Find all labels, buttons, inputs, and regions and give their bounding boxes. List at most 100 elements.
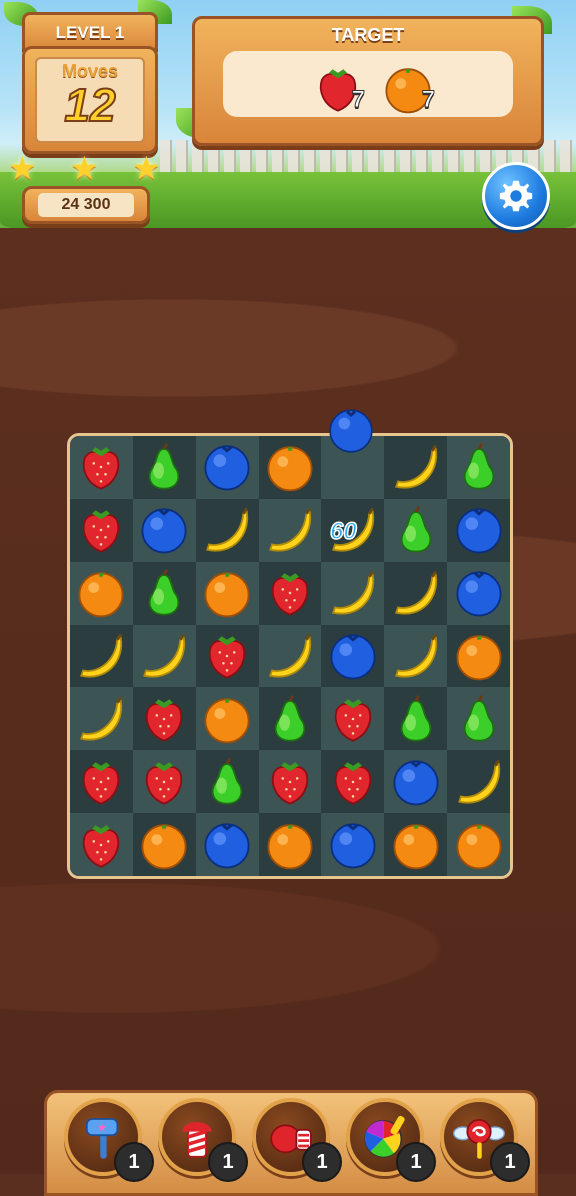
board-cell[interactable] (447, 687, 510, 751)
blueberry-icon (141, 508, 187, 554)
board-cell[interactable] (258, 624, 322, 688)
booster-winged-candy[interactable]: 1 (440, 1098, 530, 1182)
board-cell[interactable] (195, 687, 259, 751)
blueberry-icon (204, 445, 250, 491)
board-cell[interactable] (70, 687, 133, 751)
booster-hammer[interactable]: ★ 1 (64, 1098, 154, 1182)
board-cell[interactable] (321, 687, 385, 751)
board-cell[interactable] (447, 750, 510, 814)
score-panel: 24 300 (22, 186, 150, 224)
target-strawberry: 7 (311, 62, 366, 114)
orange-icon (456, 635, 502, 681)
board-cell[interactable] (195, 498, 259, 562)
board-cell[interactable] (70, 750, 133, 814)
target-orange: 7 (381, 62, 436, 114)
booster-rainbow-ball[interactable]: 1 (346, 1098, 436, 1182)
board-cell[interactable] (258, 436, 322, 499)
board-cell[interactable] (132, 813, 196, 876)
board-cell[interactable] (321, 624, 385, 688)
game-board (67, 433, 513, 879)
blueberry-icon (204, 822, 250, 868)
board-cell[interactable] (70, 813, 133, 876)
board-cell[interactable] (447, 498, 510, 562)
blueberry-icon (456, 571, 502, 617)
booster-firework-rocket[interactable]: 1 (158, 1098, 248, 1182)
banana-icon (269, 633, 312, 678)
board-cell[interactable] (447, 436, 510, 499)
board-cell[interactable] (132, 436, 196, 499)
board-cell[interactable] (321, 750, 385, 814)
board-cell[interactable] (132, 498, 196, 562)
strawberry-icon (83, 447, 120, 490)
strawberry-icon (271, 761, 309, 805)
combo-score-popup: 60 (329, 517, 357, 546)
board-cell[interactable] (321, 561, 385, 625)
strawberry-icon (271, 573, 309, 616)
board-cell[interactable] (132, 687, 196, 751)
board-cell[interactable] (132, 750, 196, 814)
banana-icon (80, 633, 123, 678)
board-cell[interactable] (384, 561, 448, 625)
banana-icon (457, 759, 500, 804)
pear-icon (463, 694, 494, 742)
orange-icon (267, 823, 313, 869)
blueberry-icon (393, 760, 439, 806)
board-cell[interactable] (195, 436, 259, 499)
banana-icon (143, 633, 186, 678)
banana-icon (206, 507, 249, 552)
board-cell[interactable] (258, 561, 322, 625)
strawberry-icon (146, 761, 183, 805)
board-cell[interactable] (447, 813, 510, 876)
board-cell[interactable] (384, 498, 448, 562)
orange-icon (141, 823, 187, 869)
board-cell[interactable] (447, 561, 510, 625)
booster-hammer-count: 1 (114, 1142, 154, 1182)
blueberry-icon (330, 822, 376, 868)
orange-icon (204, 572, 250, 618)
pear-icon (149, 569, 180, 616)
booster-glove-count: 1 (302, 1142, 342, 1182)
star-icon: ★ (132, 149, 161, 187)
banana-icon (394, 570, 437, 615)
blueberry-icon (330, 634, 376, 680)
board-cell[interactable] (195, 750, 259, 814)
board-cell[interactable] (384, 624, 448, 688)
target-orange-count: 7 (421, 86, 435, 114)
board-cell[interactable] (384, 687, 448, 751)
level-label: LEVEL 1 (55, 23, 125, 42)
pear-icon (400, 506, 431, 553)
board-cell[interactable] (132, 624, 196, 688)
strawberry-icon (83, 510, 120, 553)
board-cell[interactable] (70, 498, 133, 562)
booster-toolbar: ★ 1 1 1 1 1 (44, 1090, 538, 1196)
board-cell[interactable] (258, 687, 322, 751)
banana-icon (394, 633, 437, 678)
board-cell[interactable] (70, 624, 133, 688)
score-value: 24 300 (37, 193, 135, 217)
booster-boxing-glove[interactable]: 1 (252, 1098, 342, 1182)
board-cell[interactable] (195, 813, 259, 876)
board-cell[interactable] (447, 624, 510, 688)
board-cell[interactable] (258, 498, 322, 562)
board-cell[interactable] (384, 750, 448, 814)
board-cell[interactable] (384, 813, 448, 876)
board-cell[interactable] (132, 561, 196, 625)
orange-icon (78, 572, 124, 618)
board-cell[interactable] (258, 813, 322, 876)
board-cell[interactable] (384, 436, 448, 499)
target-items: 7 7 (223, 51, 513, 117)
star-icon: ★ (70, 149, 99, 187)
blueberry-icon (456, 508, 502, 554)
board-cell[interactable] (195, 561, 259, 625)
star-icon: ★ (8, 149, 37, 187)
banana-icon (331, 570, 374, 615)
board-cell[interactable] (70, 561, 133, 625)
board-cell[interactable] (258, 750, 322, 814)
pear-icon (400, 694, 431, 742)
board-cell[interactable] (321, 813, 385, 876)
board-cell[interactable] (70, 436, 133, 499)
pear-icon (463, 443, 494, 490)
orange-icon (204, 698, 250, 744)
board-cell[interactable] (195, 624, 259, 688)
settings-button[interactable] (482, 162, 550, 230)
